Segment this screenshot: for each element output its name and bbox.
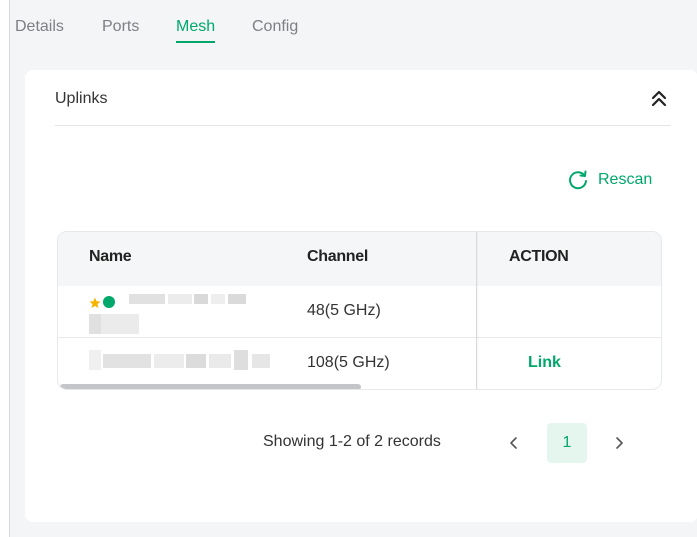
column-header-channel: Channel [307,248,369,265]
horizontal-scrollbar[interactable] [58,384,661,389]
scrollbar-thumb[interactable] [60,384,361,389]
rescan-label: Rescan [598,171,653,188]
records-summary: Showing 1-2 of 2 records [263,433,441,450]
channel-cell: 48(5 GHz) [307,302,381,319]
device-panel: Details Ports Mesh Config Uplinks Rescan… [9,0,697,537]
uplinks-header: Uplinks [55,88,671,126]
uplinks-card: Uplinks Rescan Name Channel ACTION 48(5 … [25,70,697,522]
tab-bar: Details Ports Mesh Config [10,0,697,44]
column-divider-shadow [476,232,479,389]
double-chevron-up-icon[interactable] [649,88,669,110]
table-header: Name Channel ACTION [58,232,661,286]
link-button[interactable]: Link [528,354,561,372]
card-title: Uplinks [55,90,108,107]
tab-mesh-label: Mesh [176,18,216,35]
table-row: 48(5 GHz) [58,286,661,338]
page-button-current[interactable]: 1 [547,423,587,463]
tab-config[interactable]: Config [252,17,298,37]
chevron-right-icon[interactable] [610,433,628,453]
pagination: Showing 1-2 of 2 records 1 [25,423,697,463]
uplinks-table: Name Channel ACTION 48(5 GHz) 108(5 GHz)… [57,231,662,390]
column-header-name: Name [89,248,132,265]
channel-cell: 108(5 GHz) [307,354,390,371]
table-row: 108(5 GHz) Link [58,338,661,389]
tab-mesh[interactable]: Mesh [176,17,216,43]
column-header-action: ACTION [509,248,569,265]
online-status-icon [103,296,115,308]
active-tab-indicator [176,41,216,43]
tab-ports[interactable]: Ports [102,17,139,37]
chevron-left-icon[interactable] [505,433,523,453]
star-icon [89,296,101,308]
refresh-icon [567,169,589,191]
tab-details[interactable]: Details [15,17,64,37]
